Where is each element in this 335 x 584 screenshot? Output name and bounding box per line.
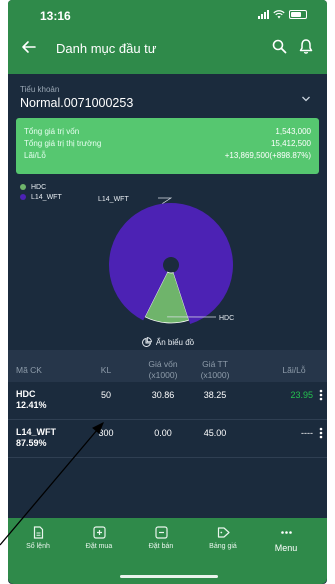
status-time: 13:16 — [40, 9, 71, 23]
nav-price-board[interactable]: Bảng giá — [198, 526, 248, 550]
nav-label: Đặt mua — [85, 543, 113, 550]
summary-label: Lãi/Lỗ — [24, 151, 46, 160]
table-row[interactable]: L14_WFT 87.59% 300 0.00 45.00 ---- — [8, 420, 327, 458]
back-arrow-icon[interactable] — [20, 38, 38, 56]
nav-sell[interactable]: Đặt bán — [136, 526, 186, 550]
app-screen: 13:16 Danh mục đầu tư Tiểu khoản Normal.… — [8, 0, 327, 584]
document-icon — [33, 526, 43, 539]
table-header: Mã CK KL Giá vốn (x1000) Giá TT (x1000) … — [8, 350, 327, 382]
account-selector[interactable]: Tiểu khoản Normal.0071000253 — [16, 83, 319, 121]
hide-chart-label: Ẩn biểu đồ — [155, 337, 195, 347]
header-market-price: Giá TT (x1000) — [200, 359, 230, 380]
hide-chart-button[interactable]: Ẩn biểu đồ — [8, 334, 327, 350]
plus-square-icon — [92, 526, 106, 539]
summary-value: 15,412,500 — [270, 139, 311, 148]
pie-label-hdc: HDC — [219, 315, 234, 322]
header-qty: KL — [100, 365, 112, 375]
stock-weight: 12.41% — [16, 400, 47, 410]
account-label: Tiểu khoản — [20, 85, 60, 94]
legend-swatch-hdc — [20, 184, 26, 190]
market-price: 45.00 — [203, 428, 227, 438]
row-more-icon[interactable] — [319, 389, 323, 401]
header-cost: Giá vốn (x1000) — [148, 359, 178, 380]
profit-loss: ---- — [301, 428, 313, 438]
pie-leader-l14-wft — [158, 197, 173, 204]
status-icons — [258, 10, 307, 19]
search-icon[interactable] — [272, 39, 287, 54]
nav-label: Menu — [274, 543, 298, 553]
legend-item-l14-wft: L14_WFT — [20, 192, 62, 202]
legend-label: HDC — [31, 183, 47, 191]
portfolio-summary: Tổng giá trị vốn 1,543,000 Tổng giá trị … — [16, 118, 319, 174]
signal-icon — [258, 10, 269, 19]
pie-chart-icon — [141, 336, 152, 347]
bell-icon[interactable] — [298, 38, 314, 55]
top-bar: 13:16 Danh mục đầu tư — [8, 0, 327, 74]
table-row[interactable]: HDC 12.41% 50 30.86 38.25 23.95 — [8, 382, 327, 420]
page-title: Danh mục đầu tư — [56, 41, 157, 56]
holdings-table: Mã CK KL Giá vốn (x1000) Giá TT (x1000) … — [8, 350, 327, 458]
nav-label: Bảng giá — [209, 543, 237, 550]
quantity: 50 — [100, 390, 111, 400]
profit-loss: 23.95 — [290, 390, 313, 400]
summary-row-market-value: Tổng giá trị thị trường 15,412,500 — [24, 139, 311, 150]
chevron-down-icon[interactable] — [301, 95, 311, 103]
header-code: Mã CK — [16, 365, 42, 375]
home-indicator — [120, 575, 218, 578]
summary-value: +13,869,500(+898.87%) — [224, 151, 311, 160]
nav-label: Sổ lệnh — [26, 543, 50, 550]
stock-weight: 87.59% — [16, 438, 47, 448]
cost-price: 0.00 — [154, 428, 172, 438]
legend-label: L14_WFT — [31, 193, 62, 201]
account-value: Normal.0071000253 — [20, 96, 134, 110]
nav-order-book[interactable]: Sổ lệnh — [13, 526, 63, 550]
stock-code-text: L14_WFT — [16, 427, 57, 437]
more-icon — [280, 531, 292, 534]
minus-square-icon — [154, 526, 168, 539]
summary-label: Tổng giá trị thị trường — [24, 139, 102, 148]
stock-code-text: HDC — [16, 389, 36, 399]
stock-code: L14_WFT 87.59% — [16, 427, 56, 449]
battery-icon — [289, 10, 307, 19]
chart-legend: HDC L14_WFT — [20, 182, 62, 202]
tag-icon — [217, 527, 230, 538]
header-profit-loss: Lãi/Lỗ — [282, 365, 306, 375]
row-more-icon[interactable] — [319, 427, 323, 439]
market-price: 38.25 — [203, 390, 227, 400]
nav-menu[interactable]: Menu — [261, 526, 311, 553]
legend-item-hdc: HDC — [20, 182, 62, 192]
wifi-icon — [273, 10, 285, 19]
quantity: 300 — [98, 428, 114, 438]
summary-row-capital: Tổng giá trị vốn 1,543,000 — [24, 127, 311, 138]
legend-swatch-l14-wft — [20, 194, 26, 200]
cost-price: 30.86 — [151, 390, 175, 400]
status-bar: 13:16 — [8, 0, 327, 30]
summary-label: Tổng giá trị vốn — [24, 127, 80, 136]
pie-label-l14-wft: L14_WFT — [98, 196, 129, 203]
nav-buy[interactable]: Đặt mua — [74, 526, 124, 550]
summary-value: 1,543,000 — [275, 127, 311, 136]
summary-row-profit-loss: Lãi/Lỗ +13,869,500(+898.87%) — [24, 151, 311, 162]
nav-label: Đặt bán — [148, 543, 174, 550]
stock-code: HDC 12.41% — [16, 389, 47, 411]
header: Danh mục đầu tư — [8, 34, 327, 64]
